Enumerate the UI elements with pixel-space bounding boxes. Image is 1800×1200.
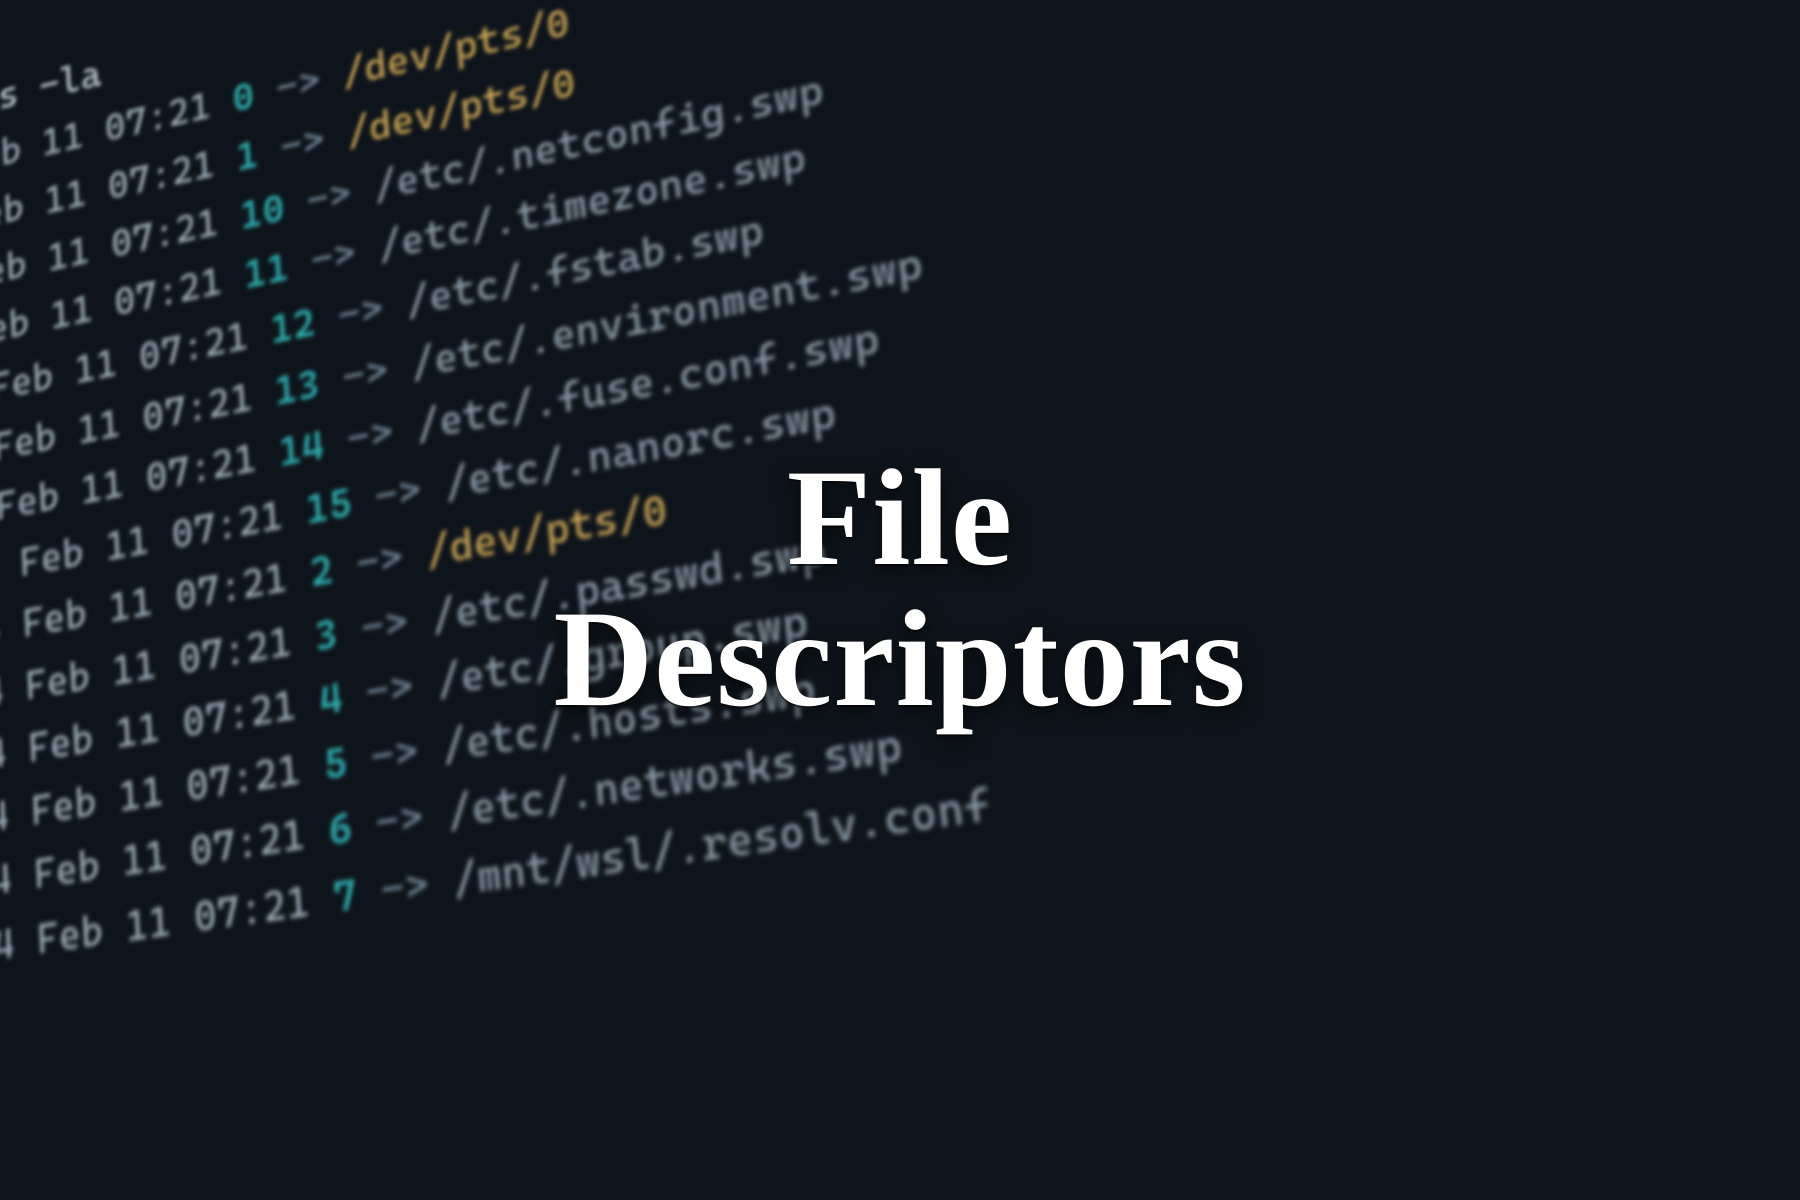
link-size: 64 <box>0 914 38 972</box>
symlink-arrow: -> <box>346 721 445 786</box>
link-size: 64 <box>0 724 29 782</box>
symlink-arrow: -> <box>355 854 455 919</box>
fd-number: 0 <box>231 72 256 121</box>
time: 07:21 <box>192 871 335 941</box>
fd-number: 1 <box>235 130 260 179</box>
link-size: 64 <box>0 850 35 908</box>
time: 07:21 <box>189 805 331 876</box>
symlink-arrow: -> <box>287 224 380 289</box>
symlink-arrow: -> <box>314 279 408 344</box>
fd-number: 10 <box>239 184 286 239</box>
fd-number: 12 <box>269 298 317 353</box>
time: 07:21 <box>185 740 326 811</box>
link-size: 64 <box>0 787 32 845</box>
fd-number: 11 <box>243 243 290 298</box>
overlay-title: File Descriptors <box>0 448 1800 730</box>
fd-number: 13 <box>273 359 321 414</box>
symlink-arrow: -> <box>350 787 449 852</box>
title-line-2: Descriptors <box>0 589 1800 730</box>
title-line-1: File <box>0 448 1800 589</box>
symlink-arrow: -> <box>318 340 413 405</box>
